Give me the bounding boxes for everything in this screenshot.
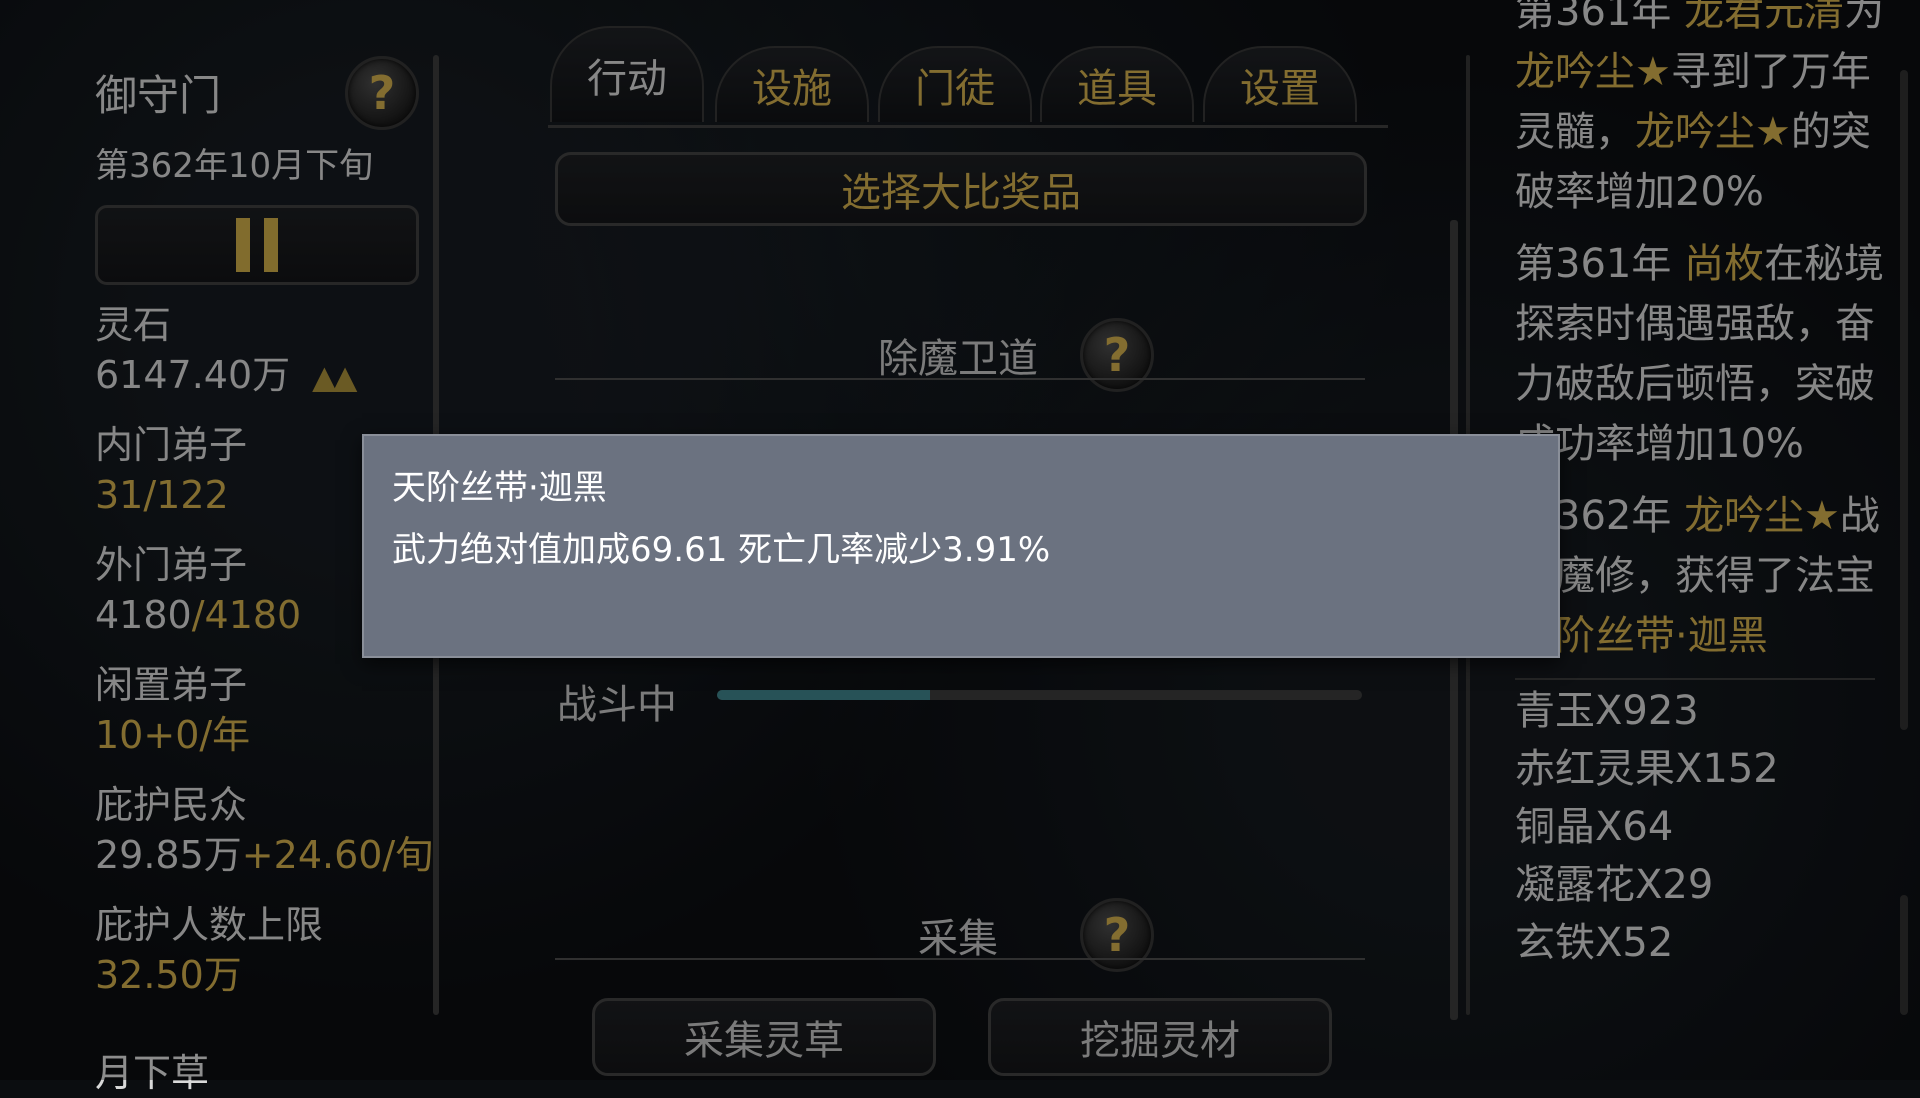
tooltip-title: 天阶丝带·迦黑 xyxy=(392,468,607,508)
item-tooltip[interactable]: 天阶丝带·迦黑 武力绝对值加成69.61 死亡几率减少3.91% xyxy=(362,434,1560,658)
tooltip-description: 武力绝对值加成69.61 死亡几率减少3.91% xyxy=(392,530,1051,570)
